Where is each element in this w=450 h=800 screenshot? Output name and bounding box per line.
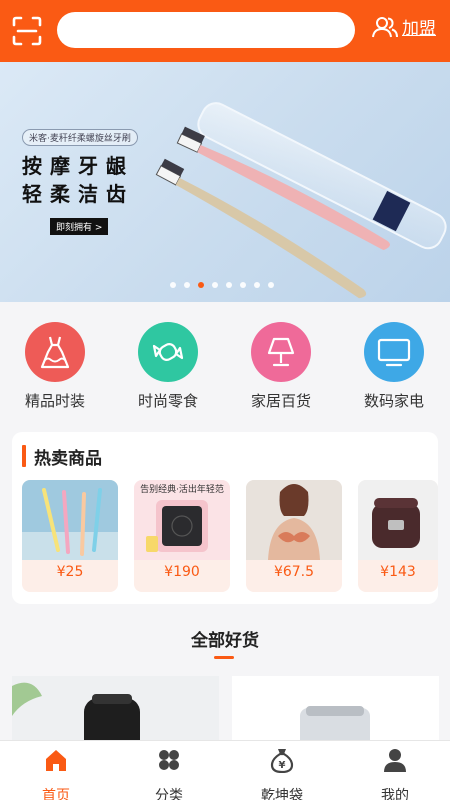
category-label: 数码家电 [363, 392, 424, 410]
svg-text:¥: ¥ [279, 760, 286, 771]
category-digital[interactable]: 数码家电 [339, 322, 449, 411]
rice-cooker-product-image [358, 480, 438, 560]
category-row: 精品时装 时尚零食 家居百货 数码家电 [0, 302, 450, 424]
top-bar: 加盟 [0, 0, 450, 62]
product-price: ¥190 [164, 564, 200, 580]
carousel-dot[interactable] [212, 282, 218, 288]
join-label: 加盟 [402, 19, 436, 39]
toothbrush-product-image [22, 480, 118, 560]
home-icon [46, 750, 66, 771]
join-button[interactable]: 加盟 [372, 14, 436, 39]
tab-label: 乾坤袋 [261, 788, 303, 800]
lingerie-product-image [246, 480, 342, 560]
candy-icon [138, 322, 198, 382]
money-bag-icon: ¥ [270, 749, 294, 774]
bottom-tab-bar: 首页 分类 ¥ 乾坤袋 我的 [0, 740, 450, 800]
search-input[interactable] [57, 12, 355, 48]
carousel-indicator [170, 282, 274, 288]
user-icon [384, 749, 406, 772]
category-snacks[interactable]: 时尚零食 [113, 322, 223, 411]
tab-label: 分类 [155, 788, 183, 800]
carousel-dot[interactable] [184, 282, 190, 288]
product-price: ¥25 [56, 564, 84, 580]
tab-category[interactable]: 分类 [113, 747, 225, 800]
product-price: ¥143 [380, 564, 416, 580]
category-fashion[interactable]: 精品时装 [0, 322, 110, 411]
carousel-dot[interactable] [240, 282, 246, 288]
tab-label: 我的 [381, 788, 409, 800]
tab-money-bag[interactable]: ¥ 乾坤袋 [226, 747, 338, 800]
users-icon [372, 16, 398, 37]
carousel-dot[interactable] [170, 282, 176, 288]
lamp-icon [251, 322, 311, 382]
tab-mine[interactable]: 我的 [339, 747, 450, 800]
banner-tag: 米客·麦秆纤柔螺旋丝牙刷 [22, 129, 138, 146]
all-goods-title: 全部好货 [191, 631, 259, 651]
hot-product-item[interactable]: ¥67.5 [246, 480, 342, 592]
all-goods-underline [214, 656, 234, 659]
category-home[interactable]: 家居百货 [226, 322, 336, 411]
banner-cta-button[interactable]: 即刻拥有 > [50, 218, 109, 235]
banner-headline-1: 按摩牙龈 [22, 154, 134, 178]
hot-products-heading: 热卖商品 [22, 444, 102, 469]
scan-icon[interactable] [11, 15, 43, 47]
carousel-dot[interactable] [268, 282, 274, 288]
hot-products-title: 热卖商品 [34, 448, 102, 469]
tab-home[interactable]: 首页 [0, 747, 112, 800]
goods-card[interactable] [232, 676, 439, 746]
goods-image [232, 676, 439, 746]
product-price: ¥67.5 [273, 564, 315, 580]
category-icon [159, 750, 179, 770]
dress-icon [25, 322, 85, 382]
hot-product-item[interactable]: ¥143 [358, 480, 438, 592]
tab-label: 首页 [42, 788, 70, 800]
goods-image [12, 676, 219, 746]
carousel-dot-active[interactable] [198, 282, 204, 288]
banner-headline-2: 轻柔洁齿 [22, 182, 134, 206]
product-promo-text: 告别经典·活出年轻范 [140, 485, 224, 495]
category-label: 精品时装 [24, 392, 85, 410]
promo-banner[interactable]: 米客·麦秆纤柔螺旋丝牙刷 按摩牙龈 轻柔洁齿 即刻拥有 > [0, 62, 450, 302]
heading-accent-bar [22, 445, 26, 467]
category-label: 时尚零食 [137, 392, 198, 410]
goods-card[interactable] [12, 676, 219, 746]
carousel-dot[interactable] [254, 282, 260, 288]
hot-products-card: 热卖商品 ¥25 告别经典·活出年轻范 ¥190 ¥67.5 ¥143 [12, 432, 438, 604]
hot-product-item[interactable]: 告别经典·活出年轻范 ¥190 [134, 480, 230, 592]
monitor-icon [364, 322, 424, 382]
hot-product-item[interactable]: ¥25 [22, 480, 118, 592]
category-label: 家居百货 [250, 392, 311, 410]
carousel-dot[interactable] [226, 282, 232, 288]
